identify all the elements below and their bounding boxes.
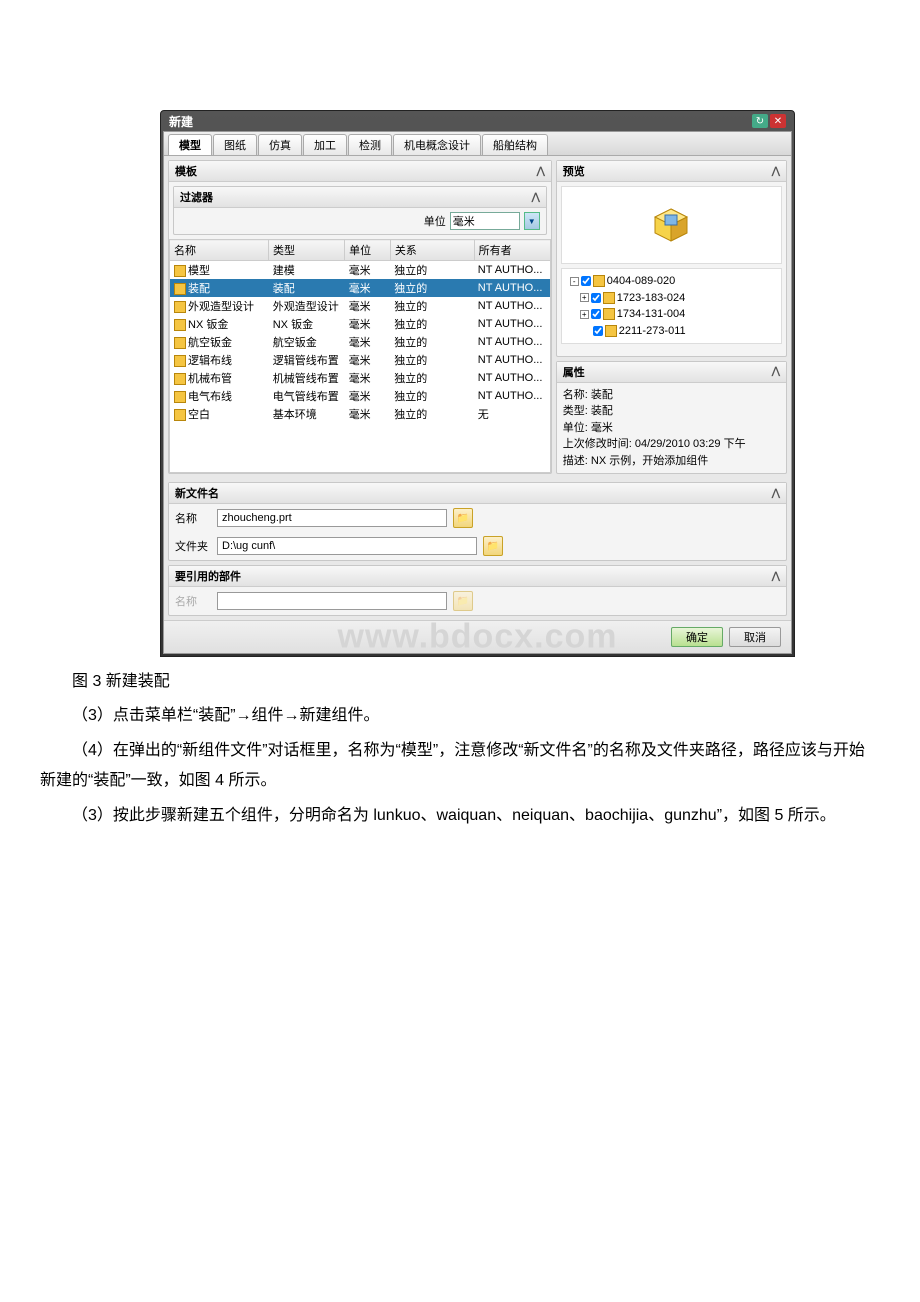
- col-unit[interactable]: 单位: [345, 240, 391, 261]
- paragraph: （3）点击菜单栏“装配”→组件→新建组件。: [40, 701, 880, 731]
- tab-model[interactable]: 模型: [168, 134, 212, 155]
- ref-name-label: 名称: [175, 593, 211, 609]
- attributes-section: 属性 ⋀ 名称: 装配 类型: 装配 单位: 毫米 上次修改时间: 04/29/…: [556, 361, 787, 475]
- unit-select[interactable]: [450, 212, 520, 230]
- tab-simulation[interactable]: 仿真: [258, 134, 302, 155]
- attr-unit: 单位: 毫米: [563, 420, 780, 437]
- chevron-up-icon[interactable]: ⋀: [772, 366, 780, 377]
- col-owner[interactable]: 所有者: [474, 240, 550, 261]
- tree-node[interactable]: +1734-131-004: [568, 306, 775, 323]
- tree-node[interactable]: 2211-273-011: [568, 323, 775, 340]
- reset-icon[interactable]: ↻: [752, 114, 768, 128]
- new-filename-section: 新文件名 ⋀ 名称 📁 文件夹 📁: [168, 482, 787, 561]
- browse-name-icon[interactable]: 📁: [453, 508, 473, 528]
- browse-folder-icon[interactable]: 📁: [483, 536, 503, 556]
- attr-modified: 上次修改时间: 04/29/2010 03:29 下午: [563, 436, 780, 453]
- template-section: 模板 ⋀ 过滤器 ⋀ 单位: [168, 160, 552, 474]
- chevron-up-icon[interactable]: ⋀: [772, 488, 780, 499]
- new-file-dialog: 新建 ↻ ✕ 模型 图纸 仿真 加工 检测 机电概念设计 船舶结构: [160, 110, 795, 657]
- tab-inspection[interactable]: 检测: [348, 134, 392, 155]
- document-body: 图 3 新建装配 （3）点击菜单栏“装配”→组件→新建组件。 （4）在弹出的“新…: [40, 667, 880, 831]
- ref-part-section: 要引用的部件 ⋀ 名称 📁: [168, 565, 787, 616]
- attributes-header: 属性: [563, 364, 585, 380]
- chevron-up-icon[interactable]: ⋀: [772, 571, 780, 582]
- ref-part-header: 要引用的部件: [175, 568, 241, 584]
- attr-type: 类型: 装配: [563, 403, 780, 420]
- chevron-up-icon[interactable]: ⋀: [537, 166, 545, 177]
- table-row[interactable]: 航空钣金航空钣金毫米独立的NT AUTHO...: [170, 333, 550, 351]
- tab-machining[interactable]: 加工: [303, 134, 347, 155]
- tree-node[interactable]: -0404-089-020: [568, 273, 775, 290]
- preview-section: 预览 ⋀ -0404-089-: [556, 160, 787, 357]
- table-row[interactable]: 机械布管机械管线布置毫米独立的NT AUTHO...: [170, 369, 550, 387]
- col-relation[interactable]: 关系: [390, 240, 474, 261]
- col-name[interactable]: 名称: [170, 240, 269, 261]
- tab-ship[interactable]: 船舶结构: [482, 134, 548, 155]
- chevron-up-icon[interactable]: ⋀: [532, 192, 540, 203]
- folder-input[interactable]: [217, 537, 477, 555]
- close-icon[interactable]: ✕: [770, 114, 786, 128]
- dialog-title: 新建: [169, 113, 193, 130]
- table-row[interactable]: 空白基本环境毫米独立的无: [170, 405, 550, 423]
- template-header: 模板: [175, 163, 197, 179]
- tree-node[interactable]: +1723-183-024: [568, 290, 775, 307]
- figure-caption: 图 3 新建装配: [40, 667, 880, 697]
- titlebar: 新建 ↻ ✕: [161, 111, 794, 131]
- paragraph: （3）按此步骤新建五个组件，分明命名为 lunkuo、waiquan、neiqu…: [40, 801, 880, 831]
- new-filename-header: 新文件名: [175, 485, 219, 501]
- preview-header: 预览: [563, 163, 585, 179]
- tab-drawing[interactable]: 图纸: [213, 134, 257, 155]
- attr-name: 名称: 装配: [563, 387, 780, 404]
- ref-name-input: [217, 592, 447, 610]
- filter-header: 过滤器: [180, 189, 213, 205]
- table-row[interactable]: 模型建模毫米独立的NT AUTHO...: [170, 261, 550, 279]
- table-row[interactable]: 逻辑布线逻辑管线布置毫米独立的NT AUTHO...: [170, 351, 550, 369]
- assembly-tree[interactable]: -0404-089-020+1723-183-024+1734-131-0042…: [561, 268, 782, 344]
- dialog-footer: www.bdocx.com 确定 取消: [164, 620, 791, 653]
- browse-ref-icon: 📁: [453, 591, 473, 611]
- chevron-up-icon[interactable]: ⋀: [772, 166, 780, 177]
- name-input[interactable]: [217, 509, 447, 527]
- name-label: 名称: [175, 510, 211, 526]
- table-row[interactable]: 电气布线电气管线布置毫米独立的NT AUTHO...: [170, 387, 550, 405]
- table-row[interactable]: 装配装配毫米独立的NT AUTHO...: [170, 279, 550, 297]
- preview-canvas: [561, 186, 782, 264]
- attr-desc: 描述: NX 示例，开始添加组件: [563, 453, 780, 470]
- folder-label: 文件夹: [175, 538, 211, 554]
- unit-label: 单位: [424, 213, 446, 229]
- watermark: www.bdocx.com: [337, 618, 617, 657]
- table-row[interactable]: 外观造型设计外观造型设计毫米独立的NT AUTHO...: [170, 297, 550, 315]
- cancel-button[interactable]: 取消: [729, 627, 781, 647]
- template-table: 名称 类型 单位 关系 所有者: [169, 239, 551, 261]
- table-row[interactable]: NX 钣金NX 钣金毫米独立的NT AUTHO...: [170, 315, 550, 333]
- tab-mechatronics[interactable]: 机电概念设计: [393, 134, 481, 155]
- paragraph: （4）在弹出的“新组件文件”对话框里，名称为“模型”，注意修改“新文件名”的名称…: [40, 736, 880, 797]
- dropdown-icon[interactable]: ▼: [524, 212, 540, 230]
- assembly-preview-icon: [651, 205, 691, 245]
- main-tabs: 模型 图纸 仿真 加工 检测 机电概念设计 船舶结构: [164, 132, 791, 156]
- ok-button[interactable]: 确定: [671, 627, 723, 647]
- col-type[interactable]: 类型: [268, 240, 344, 261]
